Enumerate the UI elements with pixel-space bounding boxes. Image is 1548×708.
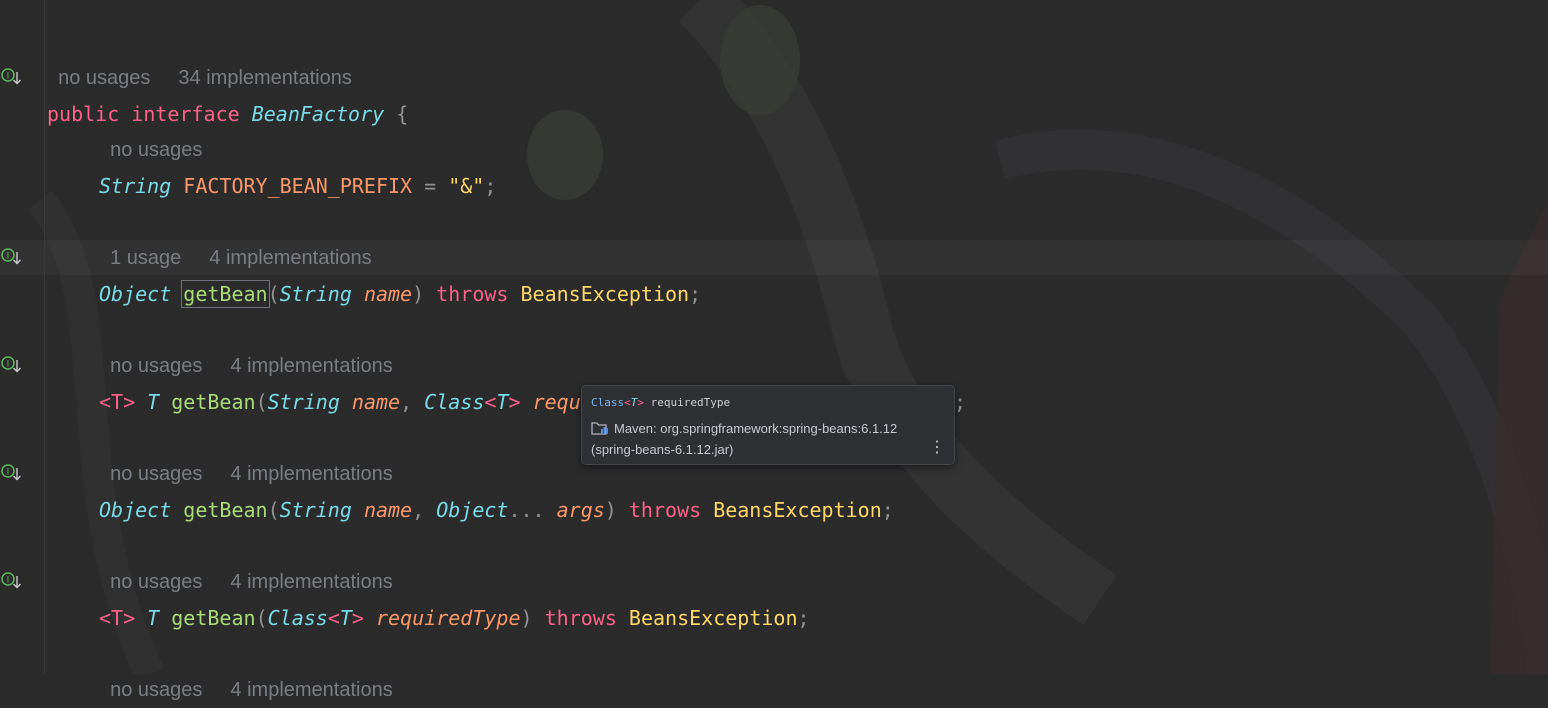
usages-hint[interactable]: no usages [110,679,202,701]
svg-text:I: I [7,72,10,82]
implemented-method-arrow-down-icon[interactable]: I [0,354,24,376]
type-parameter-decl: <T> [99,606,136,630]
implemented-interface-arrow-down-icon[interactable]: I [0,66,24,88]
lparen: ( [255,390,268,414]
lt: < [484,390,497,414]
type-object: Object [99,498,172,522]
semicolon: ; [797,606,810,630]
method-getbean-selected[interactable]: getBean [181,280,270,308]
type-parameter-decl: <T> [99,390,136,414]
interface-name[interactable]: BeanFactory [252,102,384,126]
comma: , [412,498,437,522]
svg-text:I: I [7,576,10,586]
type-string: String [279,498,352,522]
return-type-t: T [147,390,160,414]
ellipsis: ... [508,498,545,522]
param-name[interactable]: name [364,498,412,522]
rparen: ) [604,498,617,522]
code-line-getbean-1[interactable]: Object getBean(String name) throws Beans… [99,240,701,308]
maven-library-icon [591,420,609,441]
implemented-method-arrow-down-icon[interactable]: I [0,570,24,592]
code-line-getbean-4[interactable]: <T> T getBean(Class<T> requiredType) thr… [99,564,810,630]
gt: > [508,390,521,414]
gt: > [351,606,364,630]
semicolon: ; [954,390,967,414]
type-var-t: T [339,606,352,630]
return-type-t: T [147,606,160,630]
type-class: Class [424,390,485,414]
type-var-t: T [496,390,509,414]
gutter-separator [44,0,45,674]
string-literal: "&" [448,174,485,198]
maven-coordinates[interactable]: Maven: org.springframework:spring-beans:… [614,421,897,436]
inlay-hint-getbean-3[interactable]: no usages 4 implementations [99,420,393,485]
open-brace: { [384,102,409,126]
equals: = [412,174,449,198]
popup-lt: < [624,396,631,409]
inlay-hint-getbean-2[interactable]: no usages 4 implementations [99,312,393,377]
svg-text:I: I [7,468,10,478]
more-vertical-icon[interactable]: ⋮ [929,440,945,456]
svg-text:I: I [7,360,10,370]
method-getbean[interactable]: getBean [171,390,255,414]
exception-type[interactable]: BeansException [629,606,798,630]
rparen: ) [520,606,533,630]
popup-signature: Class<T> requiredType [591,396,730,409]
param-args[interactable]: args [557,498,605,522]
param-required-type[interactable]: requiredType [376,606,521,630]
type-string: String [279,282,352,306]
popup-gt: > [637,396,644,409]
comma: , [400,390,425,414]
inlay-hint-interface[interactable]: no usages 34 implementations [47,24,352,89]
semicolon: ; [689,282,702,306]
exception-type[interactable]: BeansException [521,282,690,306]
implemented-method-arrow-down-icon[interactable]: I [0,246,24,268]
semicolon: ; [484,174,497,198]
inlay-hint-getbean-5[interactable]: no usages 4 implementations [99,636,393,701]
code-line-interface[interactable]: public interface BeanFactory { [47,60,408,126]
popup-param-name: requiredType [650,396,731,409]
lparen: ( [267,498,280,522]
inlay-hint-getbean-1[interactable]: 1 usage 4 implementations [99,204,371,269]
lt: < [327,606,340,630]
keyword-throws: throws [628,498,702,522]
inlay-hint-field[interactable]: no usages [99,96,202,161]
exception-type[interactable]: BeansException [713,498,882,522]
param-name[interactable]: name [364,282,412,306]
quick-doc-popup[interactable]: Class<T> requiredType Maven: org.springf… [581,385,955,465]
type-string: String [267,390,340,414]
code-line-getbean-2[interactable]: <T> T getBean(String name, Class<T> requ… [99,348,966,414]
keyword-throws: throws [544,606,617,630]
code-line-field[interactable]: String FACTORY_BEAN_PREFIX = "&"; [99,132,496,198]
type-object: Object [436,498,509,522]
type-object: Object [99,282,172,306]
maven-jar-name: (spring-beans-6.1.12.jar) [591,442,734,457]
svg-text:I: I [7,252,10,262]
param-name[interactable]: name [352,390,400,414]
rparen: ) [412,282,425,306]
implemented-method-arrow-down-icon[interactable]: I [0,462,24,484]
lparen: ( [255,606,268,630]
popup-library-info: Maven: org.springframework:spring-beans:… [591,420,897,459]
lparen: ( [267,282,280,306]
popup-class-type[interactable]: Class [591,396,624,409]
inlay-hint-getbean-4[interactable]: no usages 4 implementations [99,528,393,593]
type-class: Class [267,606,328,630]
constant-factory-bean-prefix[interactable]: FACTORY_BEAN_PREFIX [183,174,412,198]
type-string: String [99,174,172,198]
keyword-throws: throws [436,282,509,306]
implementations-hint[interactable]: 4 implementations [230,679,392,701]
method-getbean[interactable]: getBean [183,498,267,522]
method-getbean[interactable]: getBean [171,606,255,630]
semicolon: ; [881,498,894,522]
